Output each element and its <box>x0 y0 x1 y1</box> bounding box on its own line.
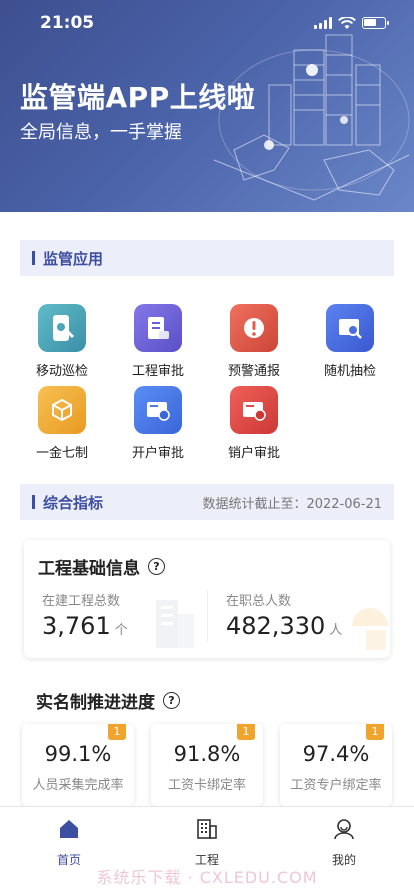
app-project-approval[interactable]: 工程审批 <box>118 304 198 379</box>
app-label: 工程审批 <box>131 364 184 379</box>
app-mobile-inspection[interactable]: 移动巡检 <box>22 304 102 379</box>
close-account-icon <box>230 386 278 434</box>
app-label: 随机抽检 <box>323 364 376 379</box>
rate-card-salary-account[interactable]: 1 97.4% 工资专户绑定率 <box>280 724 392 806</box>
metrics-section-header: 综合指标 数据统计截止至：2022-06-21 <box>20 484 394 520</box>
app-label: 开户审批 <box>131 446 184 461</box>
app-random-check[interactable]: 随机抽检 <box>310 304 390 379</box>
apps-section-title: 监管应用 <box>32 248 103 269</box>
city-illustration-icon <box>213 34 410 201</box>
tab-projects[interactable]: 工程 <box>167 817 247 868</box>
app-label: 销户审批 <box>227 446 280 461</box>
metrics-section-title: 综合指标 <box>32 492 103 513</box>
app-label: 移动巡检 <box>35 364 88 379</box>
rate-value: 99.1% <box>44 742 112 766</box>
user-icon <box>334 819 354 840</box>
rate-card-salary-card[interactable]: 1 91.8% 工资卡绑定率 <box>151 724 263 806</box>
projects-unit: 个 <box>114 623 128 638</box>
tab-mine[interactable]: 我的 <box>304 817 384 868</box>
open-account-icon <box>134 386 182 434</box>
rate-value: 91.8% <box>173 742 241 766</box>
rate-label: 人员采集完成率 <box>32 778 124 793</box>
projects-value: 3,761 <box>42 612 111 640</box>
card-divider <box>207 590 208 642</box>
warning-icon <box>230 304 278 352</box>
status-icons <box>314 16 389 30</box>
app-open-account-approval[interactable]: 开户审批 <box>118 386 198 461</box>
realname-title: 实名制推进进度 ? <box>36 688 180 713</box>
rate-card-collection[interactable]: 1 99.1% 人员采集完成率 <box>22 724 134 806</box>
project-info-title: 工程基础信息 ? <box>38 554 165 579</box>
building-watermark-icon <box>156 600 194 648</box>
workers-unit: 人 <box>329 623 343 638</box>
project-info-card[interactable]: 工程基础信息 ? 在建工程总数 3,761 个 在职总人数 482,330 人 <box>24 540 390 658</box>
help-icon[interactable]: ? <box>148 558 165 575</box>
projects-stat: 3,761 个 <box>42 612 128 640</box>
watermark: 系统乐下载 · CXLEDU.COM <box>96 868 318 887</box>
app-label: 一金七制 <box>35 446 88 461</box>
worker-watermark-icon <box>352 608 388 650</box>
help-icon[interactable]: ? <box>163 692 180 709</box>
workers-value: 482,330 <box>226 612 326 640</box>
app-close-account-approval[interactable]: 销户审批 <box>214 386 294 461</box>
random-check-icon <box>326 304 374 352</box>
mobile-inspection-icon <box>38 304 86 352</box>
banner-subtitle: 全局信息，一手掌握 <box>20 122 182 143</box>
rank-badge: 1 <box>108 724 126 740</box>
stats-date: 数据统计截止至：2022-06-21 <box>202 496 382 512</box>
workers-stat: 482,330 人 <box>226 612 342 640</box>
signal-icon <box>314 17 332 29</box>
projects-label: 在建工程总数 <box>42 594 121 609</box>
apps-section-header: 监管应用 <box>20 240 394 276</box>
building-icon <box>197 819 217 839</box>
battery-icon <box>362 17 389 29</box>
workers-label: 在职总人数 <box>226 594 292 609</box>
rank-badge: 1 <box>237 724 255 740</box>
status-time: 21:05 <box>40 13 95 33</box>
app-one-gold-seven[interactable]: 一金七制 <box>22 386 102 461</box>
app-warning-notice[interactable]: 预警通报 <box>214 304 294 379</box>
tab-home[interactable]: 首页 <box>29 817 109 868</box>
rate-label: 工资卡绑定率 <box>167 778 246 793</box>
rate-value: 97.4% <box>302 742 370 766</box>
rate-label: 工资专户绑定率 <box>290 778 382 793</box>
app-label: 预警通报 <box>227 364 280 379</box>
rank-badge: 1 <box>366 724 384 740</box>
project-approval-icon <box>134 304 182 352</box>
home-icon <box>60 820 78 838</box>
wifi-icon <box>338 16 356 29</box>
top-banner[interactable]: 21:05 监管端APP上线啦 全局信息，一手掌握 <box>0 0 414 212</box>
cube-icon <box>38 386 86 434</box>
